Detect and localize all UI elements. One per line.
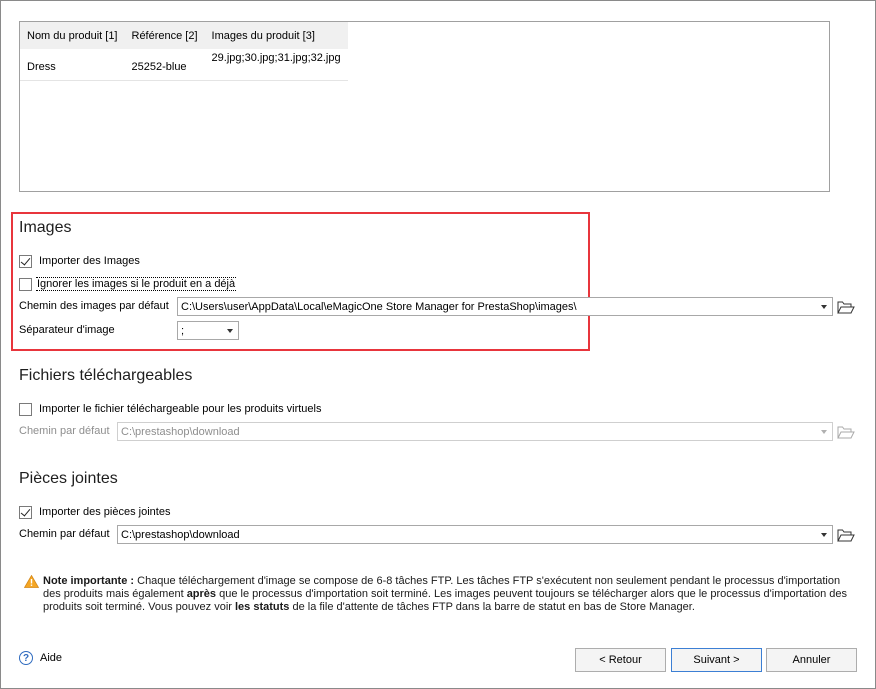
images-path-value: C:\Users\user\AppData\Local\eMagicOne St… <box>181 300 577 313</box>
preview-grid[interactable]: Nom du produit [1] Référence [2] Images … <box>19 21 830 192</box>
column-header-product-name[interactable]: Nom du produit [1] <box>20 22 125 49</box>
downloads-path-value: C:\prestashop\download <box>121 425 240 438</box>
column-header-product-images[interactable]: Images du produit [3] <box>204 22 348 49</box>
cell-product-name: Dress <box>27 60 56 73</box>
import-images-label: Importer des Images <box>39 255 140 267</box>
table-row[interactable]: Dress 25252-blue 29.jpg;30.jpg;31.jpg;32… <box>20 49 348 81</box>
ignore-images-checkbox[interactable] <box>19 277 32 291</box>
note-bold-status: les statuts <box>234 601 290 613</box>
import-downloads-option[interactable]: Importer le fichier téléchargeable pour … <box>19 401 321 417</box>
help-link[interactable]: ? Aide <box>19 651 62 665</box>
image-separator-label: Séparateur d'image <box>19 324 115 336</box>
note-bold-after: après <box>186 588 217 600</box>
import-images-checkbox[interactable] <box>19 254 32 268</box>
help-label: Aide <box>40 652 63 664</box>
cancel-button[interactable]: Annuler <box>766 648 857 672</box>
help-icon: ? <box>19 651 33 665</box>
attachments-path-browse-button[interactable] <box>836 525 856 544</box>
attachments-path-combo[interactable]: C:\prestashop\download <box>117 525 833 544</box>
image-separator-combo[interactable]: ; <box>177 321 239 340</box>
chevron-down-icon[interactable] <box>821 533 827 537</box>
import-attachments-label: Importer des pièces jointes <box>39 506 171 518</box>
folder-open-icon <box>837 301 855 313</box>
folder-open-icon <box>837 426 855 438</box>
image-separator-value: ; <box>181 324 185 337</box>
import-downloads-checkbox[interactable] <box>19 402 32 416</box>
import-images-option[interactable]: Importer des Images <box>19 253 140 269</box>
downloads-path-label: Chemin par défaut <box>19 425 110 437</box>
downloads-path-combo: C:\prestashop\download <box>117 422 833 441</box>
downloads-section-title: Fichiers téléchargeables <box>19 367 193 384</box>
cell-reference: 25252-blue <box>131 60 187 73</box>
warning-icon <box>23 574 40 592</box>
preview-header-row: Nom du produit [1] Référence [2] Images … <box>20 22 348 49</box>
attachments-section-title: Pièces jointes <box>19 470 118 487</box>
downloads-path-browse-button <box>836 422 856 441</box>
note-text-part3: de la file d'attente de tâches FTP dans … <box>289 601 695 613</box>
chevron-down-icon[interactable] <box>821 305 827 309</box>
images-path-label: Chemin des images par défaut <box>19 300 169 312</box>
images-path-browse-button[interactable] <box>836 297 856 316</box>
folder-open-icon <box>837 529 855 541</box>
ignore-images-option[interactable]: Ignorer les images si le produit en a dé… <box>19 276 237 292</box>
images-path-combo[interactable]: C:\Users\user\AppData\Local\eMagicOne St… <box>177 297 833 316</box>
import-downloads-label: Importer le fichier téléchargeable pour … <box>39 403 322 415</box>
column-header-reference[interactable]: Référence [2] <box>124 22 205 49</box>
attachments-path-value: C:\prestashop\download <box>121 528 240 541</box>
preview-table: Nom du produit [1] Référence [2] Images … <box>20 22 348 81</box>
import-attachments-option[interactable]: Importer des pièces jointes <box>19 504 170 520</box>
chevron-down-icon <box>821 430 827 434</box>
images-section-title: Images <box>19 219 72 236</box>
attachments-path-label: Chemin par défaut <box>19 528 110 540</box>
ignore-images-label: Ignorer les images si le produit en a dé… <box>36 277 237 291</box>
important-note: Note importante : Chaque téléchargement … <box>23 574 864 614</box>
cell-product-images: 29.jpg;30.jpg;31.jpg;32.jpg <box>211 52 341 64</box>
next-button[interactable]: Suivant > <box>671 648 762 672</box>
note-bold-lead: Note importante : <box>43 575 135 587</box>
import-attachments-checkbox[interactable] <box>19 505 32 519</box>
back-button[interactable]: < Retour <box>575 648 666 672</box>
chevron-down-icon[interactable] <box>227 329 233 333</box>
